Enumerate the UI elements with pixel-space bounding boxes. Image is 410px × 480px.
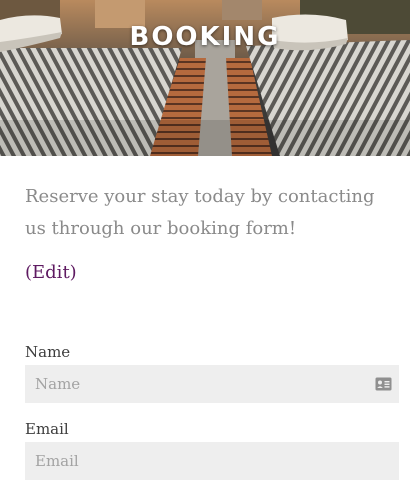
contact-card-icon: [375, 377, 392, 391]
edit-link[interactable]: (Edit): [25, 262, 77, 283]
hero-banner: BOOKING: [0, 0, 410, 156]
intro-text: Reserve your stay today by contacting us…: [25, 186, 375, 239]
email-label: Email: [25, 420, 69, 438]
name-input[interactable]: [25, 365, 399, 403]
name-label: Name: [25, 343, 71, 361]
email-input[interactable]: [25, 442, 399, 480]
page-title: BOOKING: [129, 22, 281, 52]
